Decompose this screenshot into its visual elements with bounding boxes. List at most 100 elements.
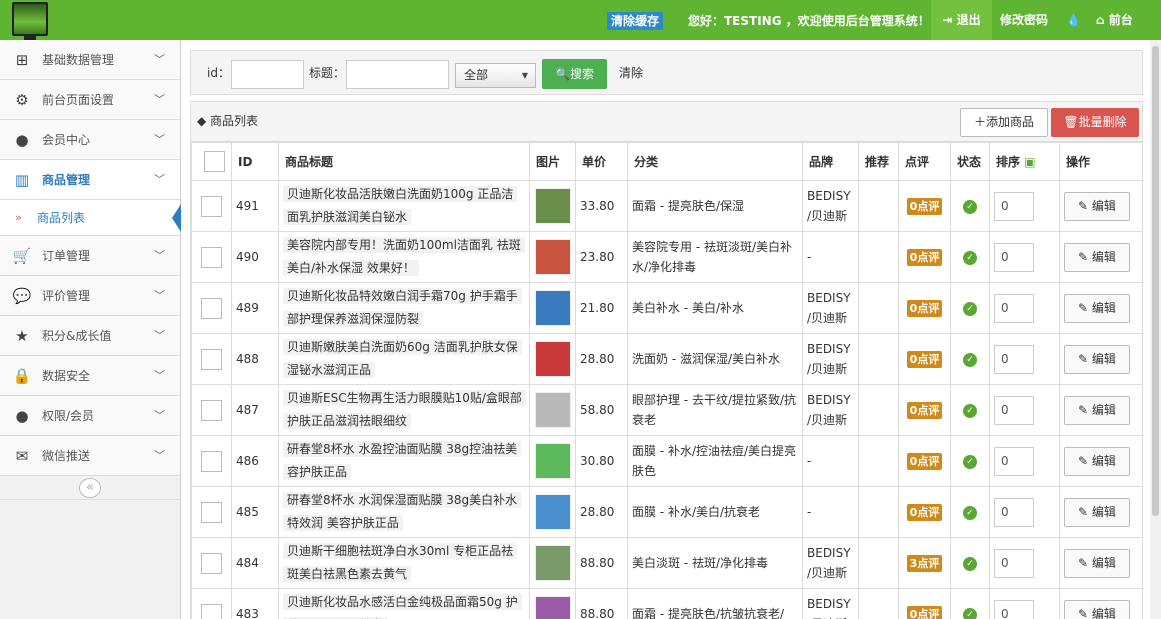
product-title[interactable]: 贝迪斯ESC生物再生活力眼膜贴10贴/盒眼部护肤正品滋润祛眼细纹 <box>283 390 526 429</box>
select-all-checkbox[interactable] <box>204 151 225 172</box>
sort-input[interactable]: 0 <box>994 191 1034 221</box>
sort-input[interactable]: 0 <box>994 446 1034 476</box>
select-all-header[interactable] <box>191 142 232 181</box>
title-input[interactable] <box>346 60 449 89</box>
theme-drop-icon[interactable]: 💧 <box>1066 0 1081 40</box>
product-title[interactable]: 贝迪斯干细胞祛斑净白水30ml 专柜正品祛斑美白祛黑色素去黄气 <box>283 543 518 582</box>
front-link[interactable]: ⌂ 前台 <box>1096 0 1133 40</box>
sidebar-item-member-center[interactable]: ● 会员中心 ﹀ <box>0 120 180 160</box>
product-title[interactable]: 贝迪斯化妆品水感活白金纯极品面霜50g 护肤品正品保湿美白 <box>283 594 522 619</box>
row-select-cell[interactable] <box>191 588 232 619</box>
product-thumbnail[interactable] <box>534 596 571 619</box>
row-select-cell[interactable] <box>191 384 232 436</box>
product-title[interactable]: 研春堂8杯水 水润保湿面贴膜 38g美白补水特效润 美容护肤正品 <box>283 492 522 531</box>
product-title[interactable]: 贝迪斯嫩肤美白洗面奶60g 洁面乳护肤女保湿铋水滋润正品 <box>283 339 522 378</box>
sidebar-item-data-security[interactable]: 🔒 数据安全 ﹀ <box>0 356 180 396</box>
edit-button[interactable]: ✎ 编辑 <box>1064 446 1130 476</box>
row-checkbox[interactable] <box>201 195 222 217</box>
row-select-cell[interactable] <box>191 282 232 334</box>
edit-button[interactable]: ✎ 编辑 <box>1064 293 1130 323</box>
sidebar-item-wechat-push[interactable]: ✉ 微信推送 ﹀ <box>0 436 180 476</box>
search-button[interactable]: 🔍搜索 <box>542 59 607 89</box>
product-thumbnail[interactable] <box>534 443 571 479</box>
product-title[interactable]: 美容院内部专用！洗面奶100ml洁面乳 祛斑美白/补水保湿 效果好！ <box>283 237 525 276</box>
sidebar-item-reviews[interactable]: 💬 评价管理 ﹀ <box>0 276 180 316</box>
product-title[interactable]: 贝迪斯化妆品活肤嫩白洗面奶100g 正品洁面乳护肤滋润美白铋水 <box>283 186 518 225</box>
check-circle-icon[interactable]: ✓ <box>963 455 977 469</box>
sort-column-header[interactable]: 排序 ▣ <box>989 142 1060 181</box>
product-title[interactable]: 贝迪斯化妆品特效嫩白润手霜70g 护手霜手部护理保养滋润保湿防裂 <box>283 288 522 327</box>
row-checkbox[interactable] <box>201 552 222 574</box>
sort-input[interactable]: 0 <box>994 242 1034 272</box>
product-thumbnail[interactable] <box>534 545 571 581</box>
sort-input[interactable]: 0 <box>994 344 1034 374</box>
change-password-link[interactable]: 修改密码 <box>1000 0 1048 40</box>
review-count-badge[interactable]: 0点评 <box>906 401 943 419</box>
sidebar-subitem-product-list[interactable]: » 商品列表 <box>0 200 181 236</box>
check-circle-icon[interactable]: ✓ <box>963 302 977 316</box>
row-select-cell[interactable] <box>191 180 232 232</box>
product-title[interactable]: 研春堂8杯水 水盈控油面贴膜 38g控油祛美容护肤正品 <box>283 441 522 480</box>
check-circle-icon[interactable]: ✓ <box>963 404 977 418</box>
review-count-badge[interactable]: 0点评 <box>906 299 943 317</box>
sort-input[interactable]: 0 <box>994 599 1034 619</box>
batch-delete-button[interactable]: 🗑批量删除 <box>1051 108 1139 137</box>
review-count-badge[interactable]: 0点评 <box>906 197 943 215</box>
sidebar-item-frontend-settings[interactable]: ⚙ 前台页面设置 ﹀ <box>0 80 180 120</box>
product-thumbnail[interactable] <box>534 494 571 530</box>
clear-cache-button[interactable]: 清除缓存 <box>607 12 664 30</box>
scrollbar-thumb[interactable] <box>1152 46 1159 516</box>
product-thumbnail[interactable] <box>534 341 571 377</box>
review-count-badge[interactable]: 0点评 <box>906 452 943 470</box>
edit-button[interactable]: ✎ 编辑 <box>1064 191 1130 221</box>
check-circle-icon[interactable]: ✓ <box>963 353 977 367</box>
product-thumbnail[interactable] <box>534 392 571 428</box>
check-circle-icon[interactable]: ✓ <box>963 608 977 619</box>
product-thumbnail[interactable] <box>534 188 571 224</box>
row-select-cell[interactable] <box>191 333 232 385</box>
clear-link[interactable]: 清除 <box>619 51 643 96</box>
collapse-sidebar-icon[interactable]: « <box>79 478 101 498</box>
edit-button[interactable]: ✎ 编辑 <box>1064 395 1130 425</box>
check-circle-icon[interactable]: ✓ <box>963 557 977 571</box>
sidebar-item-products[interactable]: ▥ 商品管理 ﹀ <box>0 160 180 200</box>
row-select-cell[interactable] <box>191 537 232 589</box>
row-checkbox[interactable] <box>201 399 222 421</box>
logout-button[interactable]: ⇥ 退出 <box>931 0 992 40</box>
save-sort-icon[interactable]: ▣ <box>1024 155 1035 169</box>
row-checkbox[interactable] <box>201 297 222 319</box>
status-select[interactable]: 全部 ▼ <box>455 63 536 88</box>
row-checkbox[interactable] <box>201 450 222 472</box>
row-checkbox[interactable] <box>201 501 222 523</box>
sort-input[interactable]: 0 <box>994 548 1034 578</box>
review-count-badge[interactable]: 0点评 <box>906 605 943 619</box>
row-select-cell[interactable] <box>191 486 232 538</box>
review-count-badge[interactable]: 0点评 <box>906 248 943 266</box>
edit-button[interactable]: ✎ 编辑 <box>1064 497 1130 527</box>
sort-input[interactable]: 0 <box>994 395 1034 425</box>
sidebar-item-orders[interactable]: 🛒 订单管理 ﹀ <box>0 236 180 276</box>
review-count-badge[interactable]: 0点评 <box>906 350 943 368</box>
sidebar-item-basic-data[interactable]: ⊞ 基础数据管理 ﹀ <box>0 40 180 80</box>
row-select-cell[interactable] <box>191 231 232 283</box>
product-thumbnail[interactable] <box>534 239 571 275</box>
sidebar-item-points[interactable]: ★ 积分&成长值 ﹀ <box>0 316 180 356</box>
edit-button[interactable]: ✎ 编辑 <box>1064 599 1130 619</box>
product-thumbnail[interactable] <box>534 290 571 326</box>
edit-button[interactable]: ✎ 编辑 <box>1064 548 1130 578</box>
row-checkbox[interactable] <box>201 348 222 370</box>
sort-input[interactable]: 0 <box>994 497 1034 527</box>
row-checkbox[interactable] <box>201 246 222 268</box>
check-circle-icon[interactable]: ✓ <box>963 506 977 520</box>
check-circle-icon[interactable]: ✓ <box>963 251 977 265</box>
edit-button[interactable]: ✎ 编辑 <box>1064 242 1130 272</box>
sidebar-item-permissions[interactable]: ● 权限/会员 ﹀ <box>0 396 180 436</box>
row-checkbox[interactable] <box>201 603 222 619</box>
check-circle-icon[interactable]: ✓ <box>963 200 977 214</box>
vertical-scrollbar[interactable] <box>1150 40 1161 619</box>
id-input[interactable] <box>231 60 304 89</box>
review-count-badge[interactable]: 0点评 <box>906 503 943 521</box>
edit-button[interactable]: ✎ 编辑 <box>1064 344 1130 374</box>
row-select-cell[interactable] <box>191 435 232 487</box>
sort-input[interactable]: 0 <box>994 293 1034 323</box>
